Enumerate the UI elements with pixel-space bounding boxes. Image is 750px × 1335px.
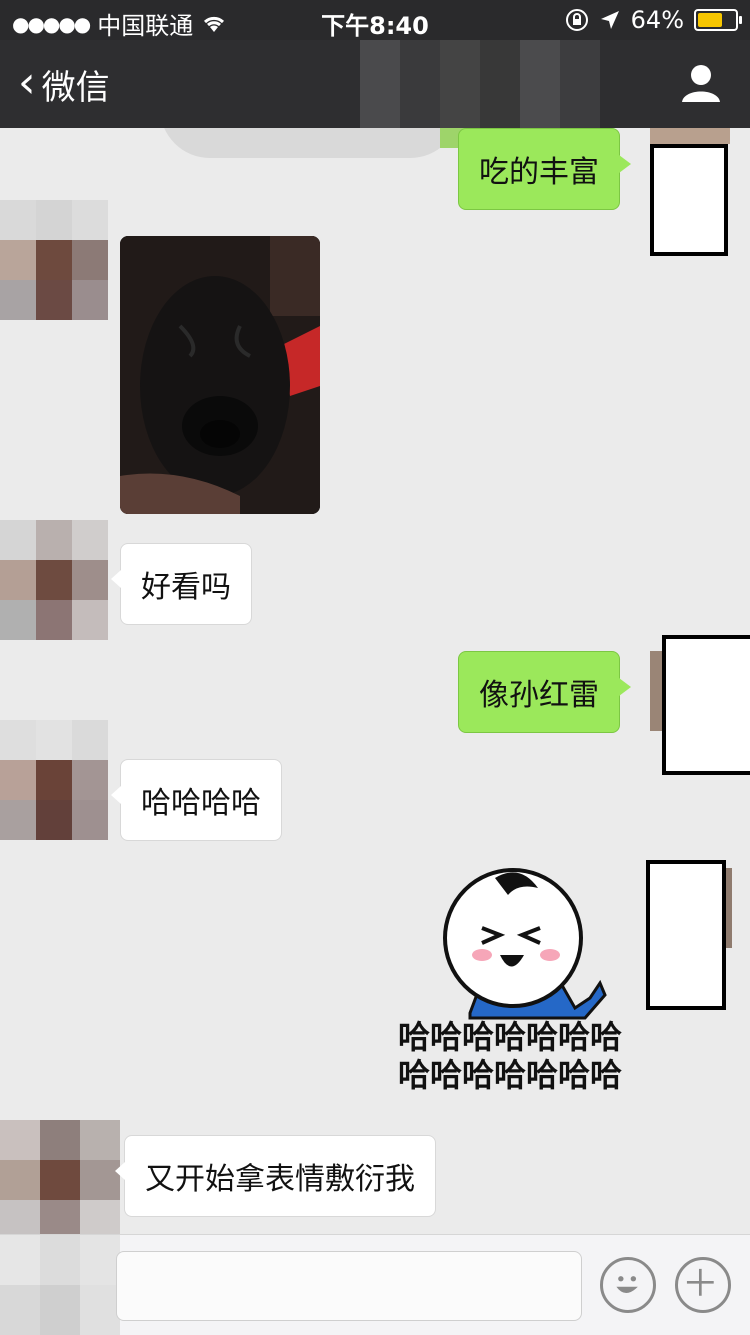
message-text: 吃的丰富 [479,155,599,190]
sticker-message[interactable]: 哈哈哈哈哈哈哈 哈哈哈哈哈哈哈 [390,863,630,1108]
battery-percent: 64% [630,6,684,34]
chevron-left-icon: ‹ [18,56,36,108]
message-text: 哈哈哈哈 [141,786,261,821]
sticker-caption: 哈哈哈哈哈哈哈 哈哈哈哈哈哈哈 [390,1018,630,1094]
message-bubble-outgoing[interactable]: 吃的丰富 [458,128,631,210]
avatar[interactable] [0,520,108,640]
avatar[interactable] [650,128,730,144]
plus-icon[interactable] [675,1257,731,1313]
battery-icon [694,9,742,31]
message-text: 像孙红雷 [479,678,599,713]
orientation-lock-icon [565,9,588,31]
message-bubble-incoming[interactable]: 哈哈哈哈 [111,759,282,841]
image-message[interactable] [120,236,320,514]
redaction-box [662,635,750,775]
nav-bar: ‹ 微信 [0,40,750,128]
avatar[interactable] [0,200,108,320]
status-right: 64% [565,6,742,34]
dog-photo-icon [120,236,320,514]
avatar [0,1235,120,1335]
sticker-caption-line: 哈哈哈哈哈哈哈 [397,1018,622,1056]
location-icon [600,11,619,29]
message-bubble-incoming[interactable]: 又开始拿表情敷衍我 [115,1135,436,1217]
redaction-box [650,144,728,256]
input-bar [0,1234,750,1335]
message-text: 又开始拿表情敷衍我 [145,1162,415,1197]
laughing-face-sticker-icon [443,868,607,1020]
back-button[interactable]: ‹ 微信 [18,60,110,109]
message-input[interactable] [116,1251,582,1321]
message-bubble-outgoing[interactable]: 像孙红雷 [458,651,631,733]
avatar[interactable] [0,1120,120,1234]
obscured-area [160,128,460,158]
back-label: 微信 [41,68,110,108]
profile-icon[interactable] [680,62,722,104]
status-bar: ●●●●● 中国联通 下午8:40 64% [0,0,750,40]
chat-title-obscured [360,40,600,128]
message-bubble-incoming[interactable]: 好看吗 [111,543,252,625]
avatar[interactable] [0,720,108,840]
message-list[interactable]: 吃的丰富 好看吗 像孙红雷 哈哈哈哈 哈哈哈哈哈哈哈 哈哈哈哈哈哈哈 又开始拿表… [0,128,750,1234]
message-text: 好看吗 [141,570,231,605]
sticker-caption-line: 哈哈哈哈哈哈哈 [397,1056,622,1094]
emoji-icon[interactable] [600,1257,656,1313]
redaction-box [646,860,726,1010]
